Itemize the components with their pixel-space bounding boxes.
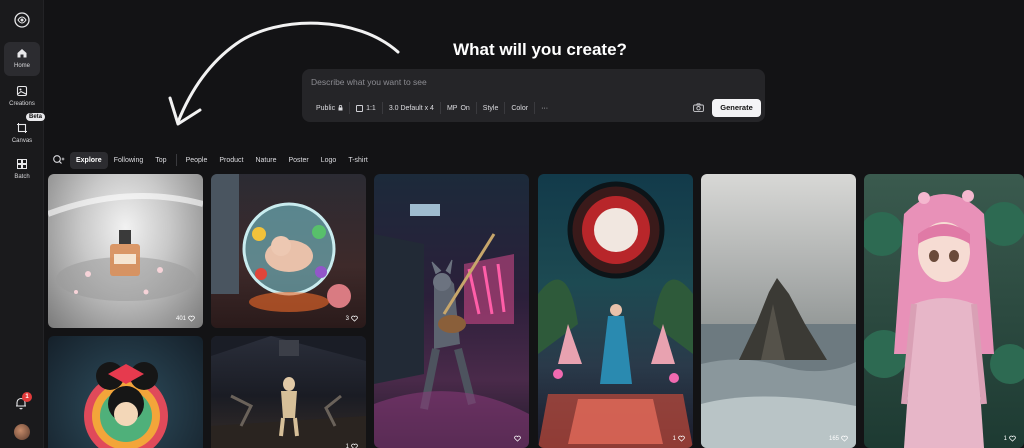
image-icon	[16, 85, 28, 97]
like-counter[interactable]: 1	[346, 443, 358, 448]
avatar[interactable]	[14, 424, 30, 440]
gallery-card[interactable]: 165	[701, 174, 856, 448]
perfume-image	[48, 193, 203, 301]
gallery-card[interactable]: 401	[48, 174, 203, 328]
category-nature[interactable]: Nature	[249, 152, 282, 169]
gallery-card[interactable]: 1	[211, 336, 366, 448]
like-count: 401	[175, 315, 186, 322]
like-counter[interactable]: 3	[346, 315, 358, 322]
magic-prompt-toggle[interactable]: MP On	[441, 102, 477, 114]
heart-icon	[351, 315, 358, 322]
sidebar: Home Creations Beta Canvas Batch 1	[0, 0, 46, 448]
heart-icon	[1009, 435, 1016, 442]
gallery-card[interactable]: 1	[864, 174, 1024, 448]
category-tshirt[interactable]: T-shirt	[342, 152, 373, 169]
aspect-ratio-icon	[356, 104, 364, 112]
gallery-card[interactable]	[48, 336, 203, 448]
like-counter[interactable]: 1	[673, 435, 685, 442]
baby-sphere-image	[211, 174, 351, 312]
warrior-image	[211, 336, 366, 448]
visibility-selector[interactable]: Public	[310, 102, 351, 114]
camera-icon[interactable]	[693, 103, 704, 112]
tab-following[interactable]: Following	[108, 152, 150, 169]
beta-badge: Beta	[26, 113, 46, 121]
model-label: 3.0 Default x 4	[388, 104, 434, 112]
style-selector[interactable]: Style	[477, 102, 506, 114]
heart-icon	[841, 435, 848, 442]
mp-label: MP	[446, 104, 458, 112]
sidebar-item-canvas[interactable]: Beta Canvas	[4, 113, 46, 151]
like-counter[interactable]: 1	[1004, 435, 1016, 442]
notification-count-badge: 1	[22, 392, 32, 402]
visibility-label: Public	[316, 104, 336, 112]
prompt-panel: Describe what you want to see Public 1:1…	[302, 69, 765, 122]
prompt-input[interactable]: Describe what you want to see	[311, 77, 427, 87]
home-icon	[17, 49, 27, 58]
gallery-card[interactable]: 3	[211, 174, 366, 328]
heart-icon	[678, 435, 685, 442]
generate-button[interactable]: Generate	[712, 99, 761, 117]
sea-rock-image	[701, 278, 856, 448]
like-counter[interactable]: 165	[829, 435, 848, 442]
tab-top[interactable]: Top	[149, 152, 172, 169]
mp-value: On	[460, 104, 470, 112]
sidebar-item-label: Home	[13, 63, 30, 69]
category-people[interactable]: People	[180, 152, 214, 169]
search-icon[interactable]	[52, 154, 66, 166]
tab-explore[interactable]: Explore	[70, 151, 108, 169]
portal-image	[538, 181, 693, 448]
like-count: 1	[672, 435, 676, 442]
more-label: ···	[541, 104, 549, 112]
gallery-card[interactable]: 1	[538, 174, 693, 448]
sidebar-item-label: Batch	[14, 174, 30, 180]
category-poster[interactable]: Poster	[283, 152, 315, 169]
canvas-icon	[17, 123, 27, 133]
heart-icon	[514, 435, 521, 442]
like-counter[interactable]	[512, 435, 521, 442]
like-count: 1	[1003, 435, 1007, 442]
sidebar-item-creations[interactable]: Creations	[4, 80, 40, 114]
page-title: What will you create?	[453, 40, 627, 59]
app-logo-icon[interactable]	[12, 10, 32, 30]
batch-icon	[17, 159, 27, 169]
sidebar-item-home[interactable]: Home	[4, 42, 40, 76]
sidebar-item-batch[interactable]: Batch	[4, 153, 40, 187]
like-count: 165	[828, 435, 839, 442]
like-count: 3	[345, 315, 349, 322]
color-selector[interactable]: Color	[505, 102, 536, 114]
heart-icon	[351, 443, 358, 448]
aspect-ratio-label: 1:1	[366, 104, 376, 112]
filter-bar: Explore Following Top People Product Nat…	[52, 151, 374, 169]
like-count: 1	[345, 443, 349, 448]
category-logo[interactable]: Logo	[315, 152, 343, 169]
more-options-button[interactable]: ···	[535, 102, 554, 114]
prompt-options-bar: Public 1:1 3.0 Default x 4 MP On Style C…	[310, 102, 554, 114]
minnie-image	[84, 362, 168, 448]
anime-girl-image	[864, 190, 1024, 448]
filter-divider	[175, 154, 177, 166]
category-product[interactable]: Product	[213, 152, 249, 169]
lock-icon	[338, 105, 343, 111]
heart-icon	[188, 315, 195, 322]
aspect-ratio-selector[interactable]: 1:1	[350, 102, 383, 114]
model-selector[interactable]: 3.0 Default x 4	[383, 102, 441, 114]
sidebar-item-label: Canvas	[11, 138, 33, 144]
style-label: Style	[482, 104, 499, 112]
gallery-card[interactable]	[374, 174, 529, 448]
wolf-guitarist-image	[374, 204, 529, 448]
like-counter[interactable]: 401	[176, 315, 195, 322]
sidebar-item-label: Creations	[9, 101, 35, 107]
color-label: Color	[511, 104, 529, 112]
